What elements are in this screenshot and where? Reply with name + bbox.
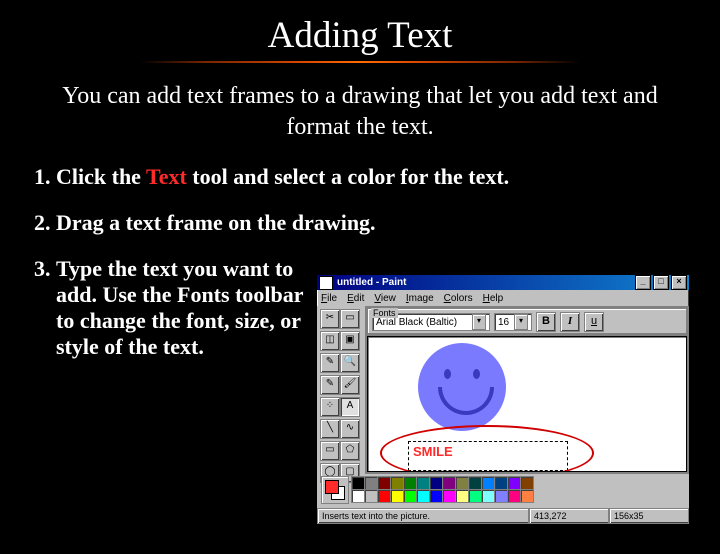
tool-polygon[interactable]: ⬠ (340, 441, 360, 461)
color-swatch[interactable] (416, 489, 430, 503)
slide-title: Adding Text (0, 14, 720, 57)
status-coord: 413,272 (529, 508, 609, 524)
color-swatch[interactable] (507, 476, 521, 490)
color-swatch[interactable] (468, 489, 482, 503)
palette-swatches (351, 476, 532, 506)
foreground-color-swatch (325, 480, 339, 494)
color-swatch[interactable] (364, 489, 378, 503)
font-size-select[interactable]: 16 ▾ (494, 313, 532, 331)
color-swatch[interactable] (390, 476, 404, 490)
color-swatch[interactable] (351, 476, 365, 490)
fonts-toolbar: Fonts Arial Black (Baltic) ▾ 16 ▾ B I u (367, 308, 687, 334)
step-3: Type the text you want to add. Use the F… (56, 256, 336, 360)
tool-rect-select[interactable]: ▭ (340, 309, 360, 329)
color-swatch[interactable] (442, 476, 456, 490)
tool-line[interactable]: ╲ (320, 419, 340, 439)
smiley-drawing (418, 343, 506, 431)
color-swatch[interactable] (520, 489, 534, 503)
step-1: Click the Text tool and select a color f… (56, 164, 720, 190)
intro-text: You can add text frames to a drawing tha… (40, 81, 680, 142)
color-swatch[interactable] (403, 476, 417, 490)
step-2: Drag a text frame on the drawing. (56, 210, 720, 236)
color-swatch[interactable] (481, 489, 495, 503)
color-swatch[interactable] (507, 489, 521, 503)
paint-window-title: untitled - Paint (337, 277, 633, 288)
color-swatch[interactable] (377, 476, 391, 490)
status-message: Inserts text into the picture. (317, 508, 529, 524)
tool-freeform-select[interactable]: ✂ (320, 309, 340, 329)
chevron-down-icon: ▾ (472, 314, 486, 330)
paint-toolbox: ✂ ▭ ◫ ▣ ✎ 🔍 ✎ 🖌 ⁘ A ╲ ∿ ▭ ⬠ ◯ ▢ (317, 306, 365, 474)
tool-pencil[interactable]: ✎ (320, 375, 340, 395)
paint-menubar: FFileile Edit View Image Colors Help (317, 290, 689, 306)
color-swatch[interactable] (429, 489, 443, 503)
step-1-part-c: tool and select a color for the text. (187, 164, 509, 189)
tool-spray[interactable]: ⁘ (320, 397, 340, 417)
color-swatch[interactable] (351, 489, 365, 503)
status-dim: 156x35 (609, 508, 689, 524)
tool-curve[interactable]: ∿ (340, 419, 360, 439)
font-name-value: Arial Black (Baltic) (376, 317, 457, 328)
step-1-part-a: Click the (56, 164, 146, 189)
color-swatch[interactable] (429, 476, 443, 490)
step-1-accent: Text (146, 164, 187, 189)
close-button[interactable]: × (671, 275, 687, 290)
tool-picker[interactable]: ✎ (320, 353, 340, 373)
italic-button[interactable]: I (560, 312, 580, 332)
color-swatch[interactable] (520, 476, 534, 490)
underline-button[interactable]: u (584, 312, 604, 332)
color-swatch[interactable] (403, 489, 417, 503)
minimize-button[interactable]: _ (635, 275, 651, 290)
color-swatch[interactable] (442, 489, 456, 503)
color-swatch[interactable] (494, 476, 508, 490)
paint-canvas[interactable]: SMILE (367, 336, 687, 472)
tool-rect[interactable]: ▭ (320, 441, 340, 461)
menu-edit[interactable]: Edit (347, 293, 364, 304)
color-swatch[interactable] (481, 476, 495, 490)
paint-app-icon (319, 276, 333, 290)
color-swatch[interactable] (390, 489, 404, 503)
title-divider (140, 61, 580, 63)
fonts-toolbar-label: Fonts (371, 308, 398, 318)
paint-body: ✂ ▭ ◫ ▣ ✎ 🔍 ✎ 🖌 ⁘ A ╲ ∿ ▭ ⬠ ◯ ▢ Fonts Ar… (317, 306, 689, 474)
menu-file[interactable]: FFileile (321, 293, 337, 304)
font-size-value: 16 (498, 317, 509, 328)
maximize-button[interactable]: □ (653, 275, 669, 290)
tool-zoom[interactable]: 🔍 (340, 353, 360, 373)
paint-window: untitled - Paint _ □ × FFileile Edit Vie… (316, 274, 690, 524)
tool-brush[interactable]: 🖌 (340, 375, 360, 395)
tool-text[interactable]: A (340, 397, 360, 417)
tool-eraser[interactable]: ◫ (320, 331, 340, 351)
chevron-down-icon: ▾ (514, 314, 528, 330)
menu-help[interactable]: Help (483, 293, 504, 304)
paint-canvas-area: Fonts Arial Black (Baltic) ▾ 16 ▾ B I u … (365, 306, 689, 474)
color-swatch[interactable] (455, 476, 469, 490)
color-swatch[interactable] (455, 489, 469, 503)
color-swatch[interactable] (364, 476, 378, 490)
menu-image[interactable]: Image (406, 293, 434, 304)
color-swatch[interactable] (494, 489, 508, 503)
color-swatch[interactable] (416, 476, 430, 490)
menu-colors[interactable]: Colors (444, 293, 473, 304)
paint-statusbar: Inserts text into the picture. 413,272 1… (317, 508, 689, 524)
paint-titlebar: untitled - Paint _ □ × (317, 275, 689, 290)
bold-button[interactable]: B (536, 312, 556, 332)
text-frame[interactable]: SMILE (408, 441, 568, 471)
tool-fill[interactable]: ▣ (340, 331, 360, 351)
color-swatch[interactable] (377, 489, 391, 503)
color-palette (317, 474, 689, 508)
color-swatch[interactable] (468, 476, 482, 490)
current-colors[interactable] (321, 476, 349, 504)
menu-view[interactable]: View (374, 293, 396, 304)
